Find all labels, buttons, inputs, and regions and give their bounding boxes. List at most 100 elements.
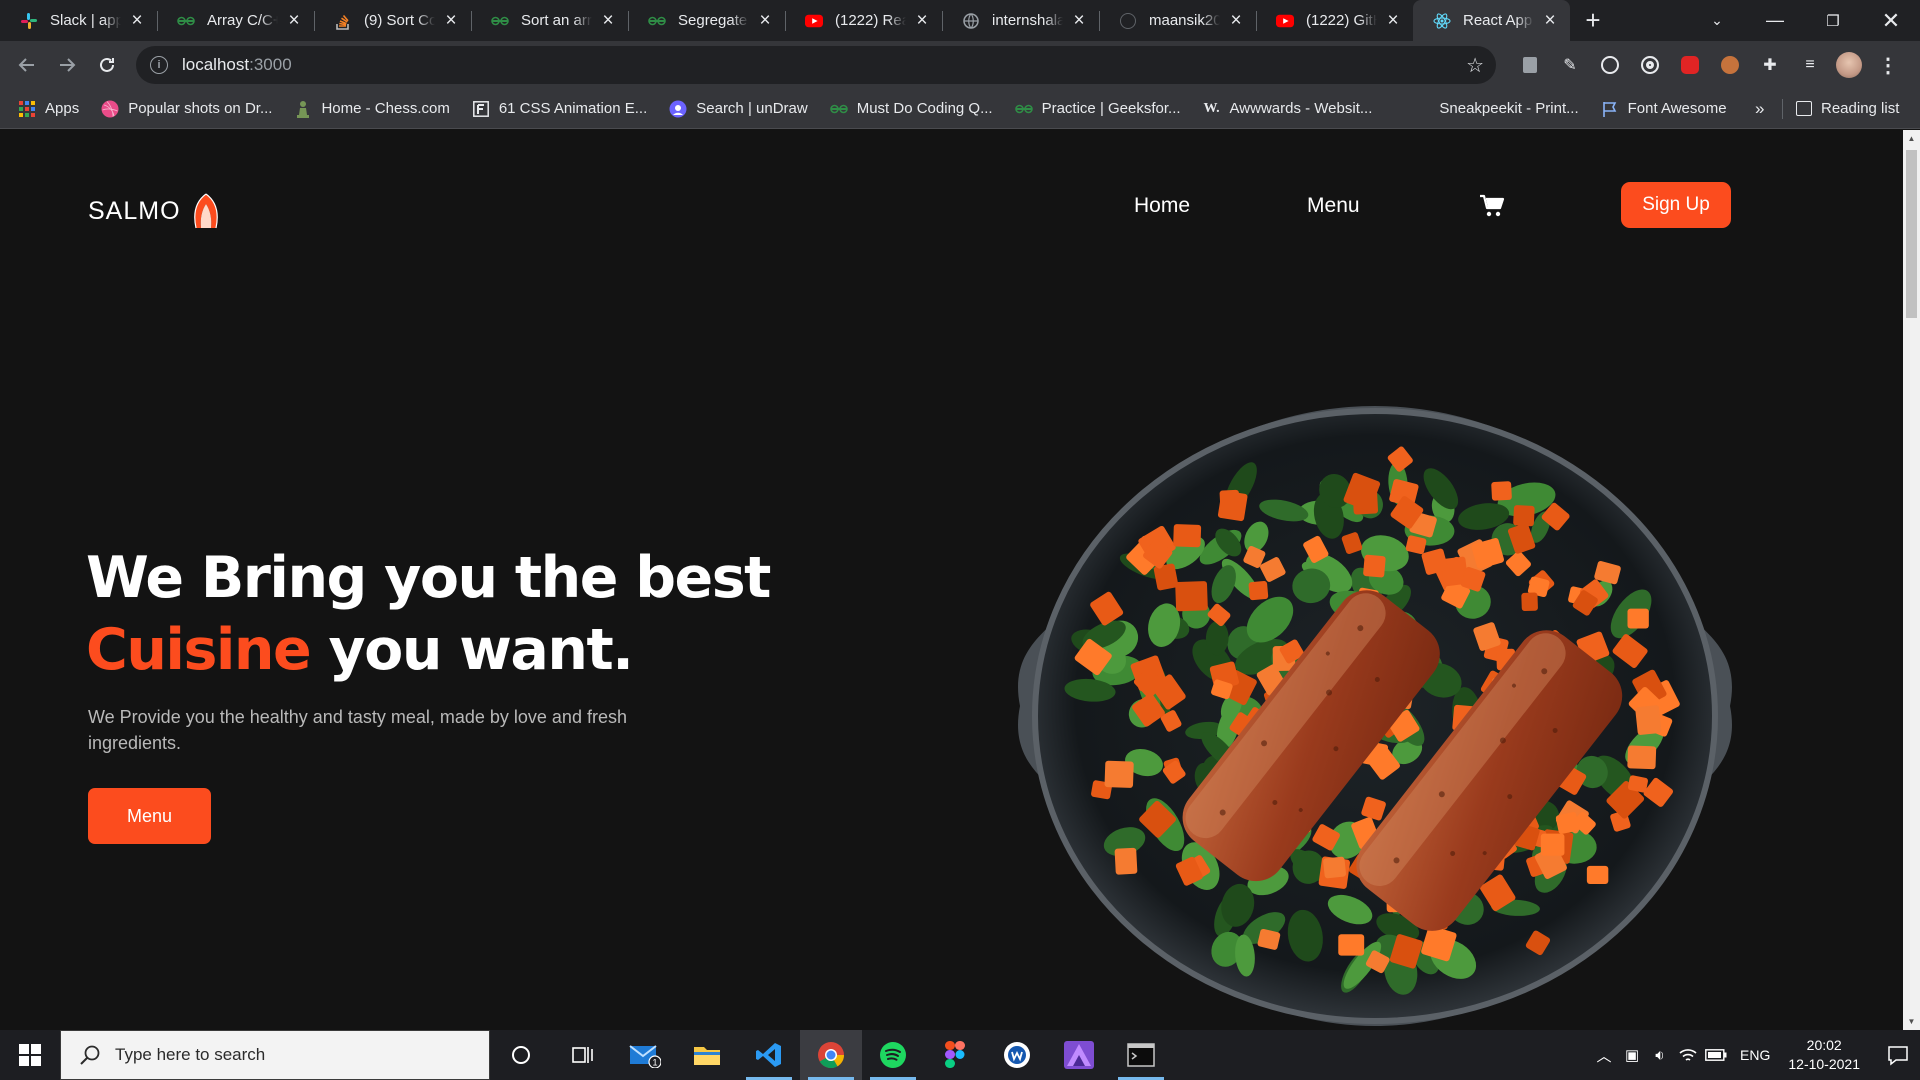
meet-now-icon[interactable]: ▣ — [1618, 1046, 1646, 1064]
scroll-down-arrow-icon[interactable]: ▼ — [1903, 1013, 1920, 1030]
bookmark-item[interactable]: Sneakpeekit - Print... — [1412, 100, 1578, 118]
bookmark-label: Home - Chess.com — [321, 100, 450, 117]
browser-tab[interactable]: Segregate (× — [628, 0, 785, 41]
input-language[interactable]: ENG — [1740, 1047, 1770, 1063]
bookmarks-bar: Apps Popular shots on Dr... Home - Chess.c… — [0, 89, 1920, 129]
tab-list: Slack | app-×Array C/C++×(9) Sort Colo×S… — [0, 0, 1570, 41]
bookmark-item[interactable]: Apps — [18, 100, 79, 118]
tab-close-icon[interactable]: × — [1226, 10, 1246, 31]
start-button[interactable] — [0, 1030, 60, 1080]
chrome-app[interactable] — [800, 1030, 862, 1080]
bookmark-item[interactable]: W. Awwwards - Websit... — [1203, 100, 1372, 118]
bookmark-item[interactable]: Popular shots on Dr... — [101, 100, 272, 118]
geeksforgeeks-icon — [648, 12, 666, 30]
affinity-app[interactable] — [1048, 1030, 1110, 1080]
scroll-up-arrow-icon[interactable]: ▲ — [1903, 130, 1920, 147]
vscode-icon — [756, 1043, 781, 1067]
address-bar[interactable]: i localhost:3000 ☆ — [136, 46, 1496, 84]
bookmark-item[interactable]: Must Do Coding Q... — [829, 100, 993, 118]
site-info-icon[interactable]: i — [150, 56, 168, 74]
browser-tab[interactable]: Sort an arra × — [471, 0, 628, 41]
bookmark-item[interactable]: Home - Chess.com — [294, 100, 450, 118]
clock[interactable]: 20:02 12-10-2021 — [1788, 1036, 1860, 1074]
profile-avatar[interactable] — [1836, 52, 1862, 78]
bookmark-item[interactable]: 61 CSS Animation E... — [472, 100, 647, 118]
action-center-button[interactable] — [1876, 1044, 1920, 1066]
nav-menu-link[interactable]: Menu — [1307, 194, 1360, 218]
chat-extension-icon[interactable] — [1596, 51, 1624, 79]
chrome-icon — [818, 1042, 845, 1069]
browser-tab[interactable]: internshala × — [942, 0, 1099, 41]
tab-close-icon[interactable]: × — [284, 10, 304, 31]
reload-button[interactable] — [88, 46, 126, 84]
page-scrollbar[interactable]: ▲ ▼ — [1903, 130, 1920, 1030]
tab-search-icon[interactable]: ⌄ — [1688, 0, 1746, 41]
site-logo[interactable]: SALMO — [88, 192, 221, 230]
browser-tab[interactable]: Slack | app- × — [0, 0, 157, 41]
tab-close-icon[interactable]: × — [1069, 10, 1089, 31]
reading-list-label: Reading list — [1821, 100, 1900, 117]
bookmark-item[interactable]: Practice | Geeksfor... — [1014, 100, 1181, 118]
tab-close-icon[interactable]: × — [755, 10, 775, 31]
reading-list-icon — [1796, 101, 1812, 116]
back-button[interactable] — [8, 46, 46, 84]
tab-close-icon[interactable]: × — [1540, 10, 1560, 31]
media-control-icon[interactable]: ≡ — [1796, 51, 1824, 79]
terminal-app[interactable] — [1110, 1030, 1172, 1080]
file-explorer-app[interactable] — [676, 1030, 738, 1080]
new-tab-button[interactable]: + — [1576, 4, 1610, 38]
tab-title: (1222) Reac — [835, 12, 906, 29]
tab-close-icon[interactable]: × — [598, 10, 618, 31]
bookmark-item[interactable]: Search | unDraw — [669, 100, 808, 118]
hero-menu-button[interactable]: Menu — [88, 788, 211, 844]
forward-button[interactable] — [48, 46, 86, 84]
tab-close-icon[interactable]: × — [127, 10, 147, 31]
tab-title: (9) Sort Colo — [364, 12, 435, 29]
cart-icon[interactable] — [1479, 193, 1505, 219]
vscode-app[interactable] — [738, 1030, 800, 1080]
minimize-button[interactable]: — — [1746, 0, 1804, 41]
battery-icon[interactable] — [1702, 1049, 1730, 1061]
chrome-menu-icon[interactable]: ⋮ — [1874, 51, 1902, 79]
wifi-icon[interactable] — [1674, 1047, 1702, 1063]
signup-button[interactable]: Sign Up — [1621, 182, 1731, 228]
restore-button[interactable]: ❐ — [1804, 0, 1862, 41]
bookmark-star-icon[interactable]: ☆ — [1466, 53, 1484, 78]
show-hidden-icons-icon[interactable]: ︿ — [1590, 1045, 1618, 1066]
browser-tab[interactable]: Array C/C++ × — [157, 0, 314, 41]
task-view-icon — [572, 1047, 593, 1063]
nav-home-link[interactable]: Home — [1134, 194, 1190, 218]
clock-time: 20:02 — [1806, 1037, 1842, 1053]
browser-tab[interactable]: maansik20(× — [1099, 0, 1256, 41]
salmon-dish-image — [1018, 406, 1732, 1026]
spotify-app[interactable] — [862, 1030, 924, 1080]
cookie-extension-icon[interactable] — [1716, 51, 1744, 79]
extension-badge-icon[interactable] — [1516, 51, 1544, 79]
close-window-button[interactable]: ✕ — [1862, 0, 1920, 41]
tab-title: Slack | app- — [50, 12, 121, 29]
taskbar-search[interactable]: Type here to search — [60, 1030, 490, 1080]
bookmarks-overflow-button[interactable]: » — [1755, 99, 1764, 119]
browser-tab[interactable]: (9) Sort Colo × — [314, 0, 471, 41]
task-view-button[interactable] — [552, 1030, 614, 1080]
tab-title: Sort an arra — [521, 12, 592, 29]
site-navbar: SALMO Home Menu Sign Up — [0, 182, 1903, 232]
mail-app[interactable]: 1 — [614, 1030, 676, 1080]
cortana-button[interactable] — [490, 1030, 552, 1080]
browser-tab[interactable]: (1222) GitH × — [1256, 0, 1413, 41]
bookmark-item[interactable]: Font Awesome — [1601, 100, 1727, 118]
adblock-icon[interactable] — [1676, 51, 1704, 79]
pen-extension-icon[interactable]: ✎ — [1556, 51, 1584, 79]
volume-icon[interactable]: 🔉︎ — [1646, 1047, 1674, 1064]
target-extension-icon[interactable] — [1636, 51, 1664, 79]
figma-app[interactable] — [924, 1030, 986, 1080]
browser-tab[interactable]: React App × — [1413, 0, 1570, 41]
browser-tab[interactable]: (1222) Reac × — [785, 0, 942, 41]
reading-list-button[interactable]: Reading list — [1796, 100, 1899, 117]
tab-close-icon[interactable]: × — [1383, 10, 1403, 31]
tab-close-icon[interactable]: × — [912, 10, 932, 31]
extensions-puzzle-icon[interactable]: ✚ — [1756, 51, 1784, 79]
tab-close-icon[interactable]: × — [441, 10, 461, 31]
whiteboard-app[interactable] — [986, 1030, 1048, 1080]
scrollbar-thumb[interactable] — [1906, 150, 1917, 318]
